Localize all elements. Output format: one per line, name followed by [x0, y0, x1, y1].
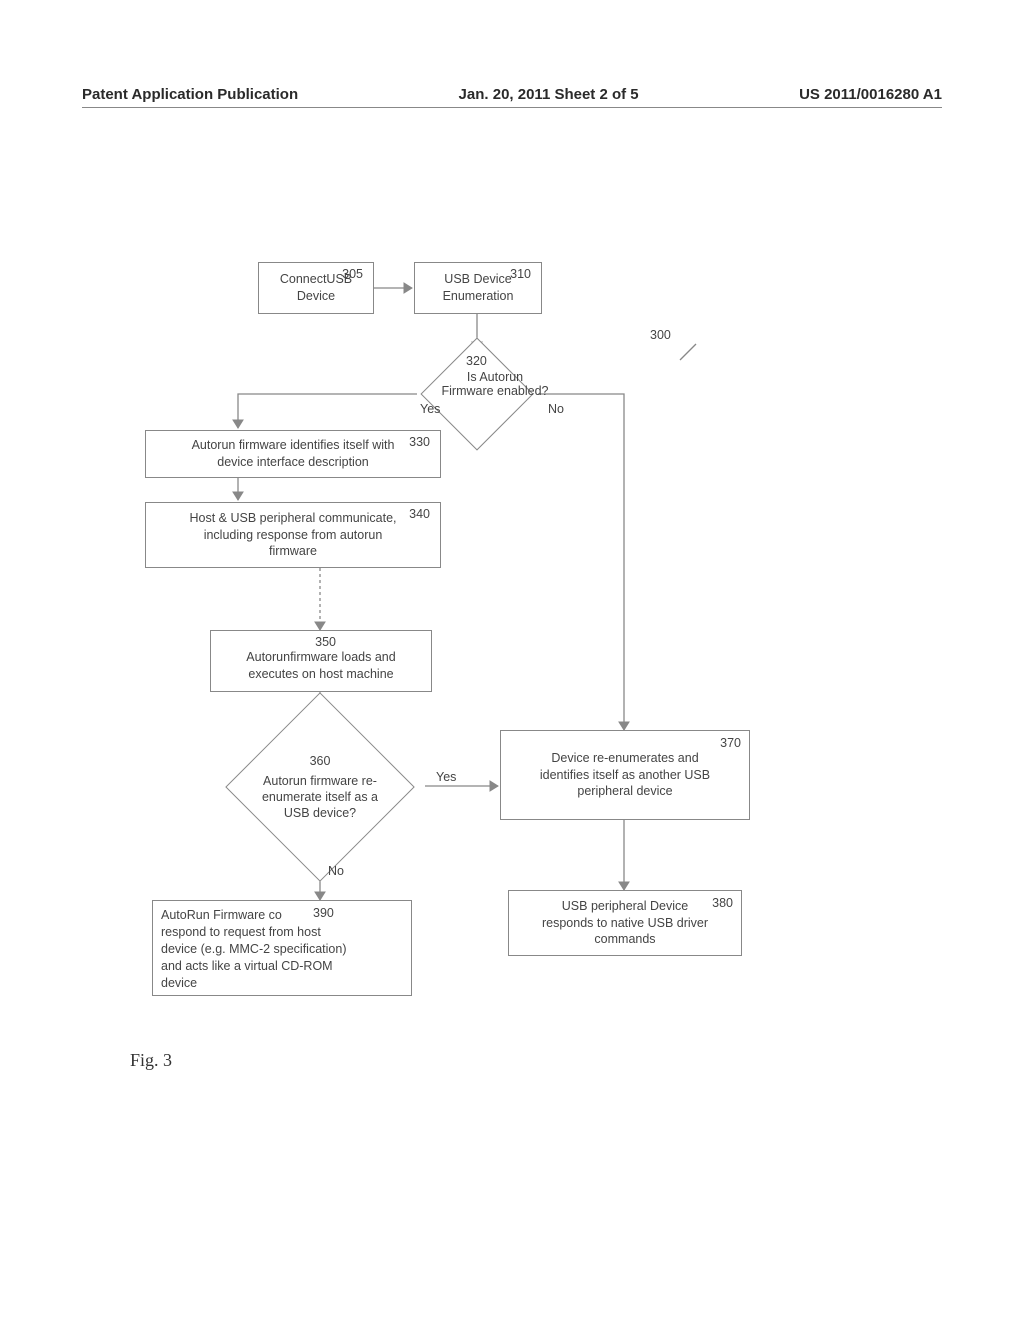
box-370-text: Device re-enumerates andidentifies itsel… — [509, 750, 741, 801]
header-center: Jan. 20, 2011 Sheet 2 of 5 — [459, 86, 639, 103]
diamond-360-text: Autorun firmware re-enumerate itself as … — [259, 773, 381, 822]
diamond-360: 360 Autorun firmware re-enumerate itself… — [253, 720, 387, 854]
box-350-num: 350 — [315, 634, 336, 651]
label-no-320: No — [548, 402, 564, 416]
box-340: 340 Host & USB peripheral communicate,in… — [145, 502, 441, 568]
label-yes-320: Yes — [420, 402, 440, 416]
box-350-text: Autorunfirmware loads andexecutes on hos… — [219, 649, 423, 683]
header-left: Patent Application Publication — [82, 86, 298, 103]
label-yes-360: Yes — [436, 770, 456, 784]
box-390-text: AutoRun Firmware corespond to request fr… — [161, 907, 403, 991]
box-370-num: 370 — [720, 735, 741, 752]
label-no-360: No — [328, 864, 344, 878]
box-305: 305 ConnectUSBDevice — [258, 262, 374, 314]
flowchart-diagram: 305 ConnectUSBDevice 310 USB DeviceEnume… — [0, 250, 1024, 1090]
figure-label: Fig. 3 — [130, 1050, 172, 1071]
diamond-320-num: 320 — [466, 354, 487, 368]
box-305-num: 305 — [342, 266, 363, 283]
header-right: US 2011/0016280 A1 — [799, 86, 942, 103]
box-340-num: 340 — [409, 506, 430, 523]
box-310: 310 USB DeviceEnumeration — [414, 262, 542, 314]
diamond-360-num: 360 — [259, 753, 381, 769]
box-330: 330 Autorun firmware identifies itself w… — [145, 430, 441, 478]
box-390: 390 AutoRun Firmware corespond to reques… — [152, 900, 412, 996]
box-380: 380 USB peripheral Deviceresponds to nat… — [508, 890, 742, 956]
box-330-text: Autorun firmware identifies itself withd… — [154, 437, 432, 471]
box-390-num: 390 — [313, 905, 334, 922]
box-350: 350 Autorunfirmware loads andexecutes on… — [210, 630, 432, 692]
box-380-text: USB peripheral Deviceresponds to native … — [517, 898, 733, 949]
box-380-num: 380 — [712, 895, 733, 912]
box-340-text: Host & USB peripheral communicate,includ… — [154, 510, 432, 561]
ref-300: 300 — [650, 328, 671, 342]
box-330-num: 330 — [409, 434, 430, 451]
diamond-320-text: Is AutorunFirmware enabled? — [430, 370, 560, 398]
box-310-num: 310 — [510, 266, 531, 283]
box-370: 370 Device re-enumerates andidentifies i… — [500, 730, 750, 820]
